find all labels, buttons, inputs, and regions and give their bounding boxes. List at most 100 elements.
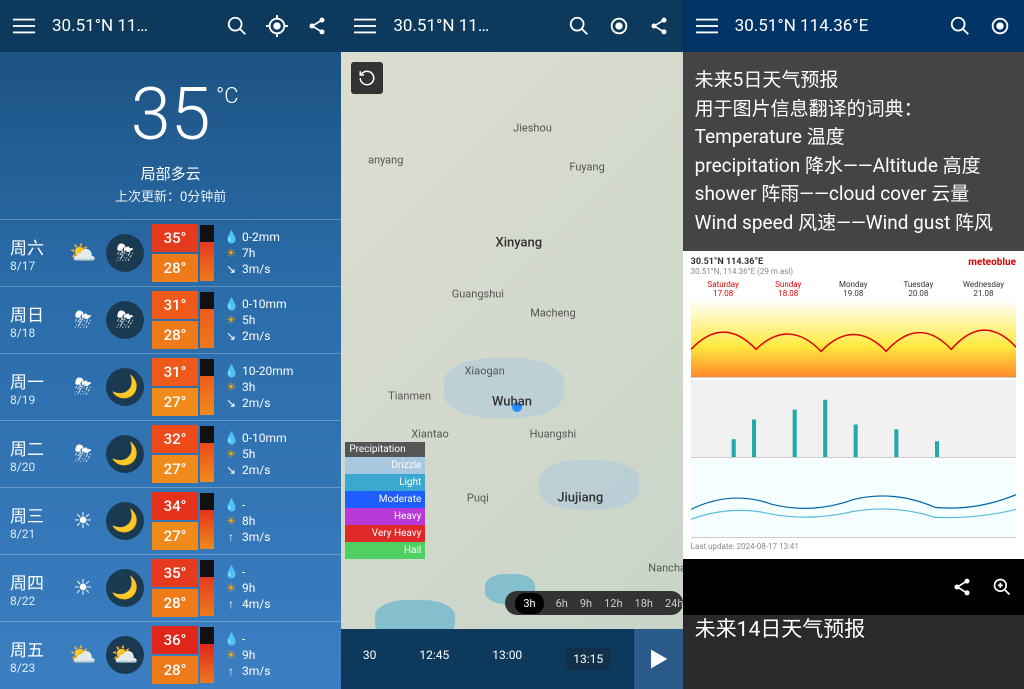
share-icon[interactable] bbox=[305, 14, 329, 38]
forecast-row[interactable]: 周五 8/23 ⛅ ⛅ 36° 28° 💧- ☀9h ↑3m/s bbox=[0, 621, 341, 688]
city-label: Macheng bbox=[530, 307, 576, 320]
city-label: Puqi bbox=[467, 491, 489, 504]
day-col: 周六 8/17 bbox=[10, 234, 58, 273]
forecast-info: 未来5日天气预报 用于图片信息翻译的词典： Temperature 温度prec… bbox=[683, 52, 1024, 251]
scroll-body[interactable]: 未来5日天气预报 用于图片信息翻译的词典： Temperature 温度prec… bbox=[683, 52, 1024, 689]
time-ticks[interactable]: 30 12:45 13:00 13:15 bbox=[341, 648, 632, 670]
raindrop-icon: 💧 bbox=[224, 364, 238, 378]
forecast-row[interactable]: 周日 8/18 ⛈ ⛈ 31° 28° 💧0-10mm ☀5h ↘2m/s bbox=[0, 286, 341, 353]
temp-col: 35° 28° bbox=[152, 559, 198, 617]
legend-item: Moderate bbox=[345, 491, 425, 508]
day-col: 周一 8/19 bbox=[10, 368, 58, 407]
temp-low: 27° bbox=[152, 522, 198, 550]
forecast-row[interactable]: 周六 8/17 ⛅ ⛈ 35° 28° 💧0-2mm ☀7h ↘3m/s bbox=[0, 219, 341, 286]
time-tick[interactable]: 12:45 bbox=[419, 648, 449, 670]
location-title[interactable]: 30.51°N 11… bbox=[52, 16, 209, 36]
zoom-icon[interactable] bbox=[992, 577, 1012, 597]
refresh-button[interactable] bbox=[351, 62, 383, 94]
precip-stat: 💧10-20mm bbox=[224, 364, 339, 378]
locate-icon[interactable] bbox=[265, 14, 289, 38]
precip-legend: Precipitation DrizzleLightModerateHeavyV… bbox=[345, 442, 425, 559]
location-title[interactable]: 30.51°N 114.36°E bbox=[735, 16, 932, 36]
stats-col: 💧- ☀9h ↑4m/s bbox=[214, 565, 339, 611]
range-option[interactable]: 3h bbox=[515, 593, 543, 614]
map-canvas[interactable]: JieshouFuyanganyangXinyangGuangshuiMache… bbox=[341, 52, 682, 689]
sun-stat: ☀9h bbox=[224, 581, 339, 595]
temp-scale bbox=[200, 493, 214, 549]
dict-line: precipitation 降水——Altitude 高度 bbox=[695, 152, 1012, 181]
legend-item: Light bbox=[345, 474, 425, 491]
sun-stat: ☀9h bbox=[224, 648, 339, 662]
city-label: Guangshui bbox=[452, 288, 504, 301]
meteo-coord-detail: 30.51°N, 114.36°E (29 m asl) bbox=[691, 267, 793, 276]
city-label: Wuhan bbox=[492, 395, 532, 410]
share-icon[interactable] bbox=[647, 14, 671, 38]
menu-icon[interactable] bbox=[695, 14, 719, 38]
dict-line: shower 阵雨——cloud cover 云量 bbox=[695, 180, 1012, 209]
location-title[interactable]: 30.51°N 11… bbox=[393, 16, 550, 36]
sun-icon: ☀ bbox=[224, 447, 238, 461]
city-label: Jiujiang bbox=[557, 490, 603, 505]
forecast-row[interactable]: 周三 8/21 ☀ 🌙 34° 27° 💧- ☀8h ↑3m/s bbox=[0, 487, 341, 554]
locate-icon[interactable] bbox=[607, 14, 631, 38]
time-tick[interactable]: 30 bbox=[363, 648, 377, 670]
range-option[interactable]: 24h bbox=[665, 597, 683, 610]
time-tick[interactable]: 13:00 bbox=[492, 648, 522, 670]
temp-high: 32° bbox=[152, 425, 198, 453]
icon-col: ⛅ ⛅ bbox=[64, 636, 144, 674]
legend-item: Very Heavy bbox=[345, 525, 425, 542]
forecast-row[interactable]: 周四 8/22 ☀ 🌙 35° 28° 💧- ☀9h ↑4m/s bbox=[0, 554, 341, 621]
weather-home-screen: 30.51°N 11… 35°C 局部多云 上次更新：0分钟前 周六 8/17 … bbox=[0, 0, 341, 689]
day-weather-icon: ⛈ bbox=[64, 435, 102, 473]
temp-low: 28° bbox=[152, 589, 198, 617]
day-weather-icon: ⛅ bbox=[64, 234, 102, 272]
precip-stat: 💧0-10mm bbox=[224, 297, 339, 311]
sun-stat: ☀8h bbox=[224, 514, 339, 528]
day-weather-icon: ⛈ bbox=[64, 368, 102, 406]
share-icon[interactable] bbox=[952, 577, 972, 597]
menu-icon[interactable] bbox=[12, 14, 36, 38]
sun-icon: ☀ bbox=[224, 514, 238, 528]
night-weather-icon: 🌙 bbox=[106, 368, 144, 406]
day-name: 周日 bbox=[10, 301, 58, 326]
temp-high: 34° bbox=[152, 492, 198, 520]
time-tick[interactable]: 13:15 bbox=[565, 648, 611, 670]
meteogram[interactable]: 30.51°N 114.36°E 30.51°N, 114.36°E (29 m… bbox=[683, 251, 1024, 559]
icon-col: ☀ 🌙 bbox=[64, 569, 144, 607]
range-selector[interactable]: 3h 6h 9h 12h 18h 24h bbox=[505, 591, 682, 615]
precip-stat: 💧- bbox=[224, 632, 339, 646]
range-option[interactable]: 12h bbox=[604, 597, 622, 610]
range-option[interactable]: 18h bbox=[635, 597, 653, 610]
stats-col: 💧10-20mm ☀3h ↘2m/s bbox=[214, 364, 339, 410]
temp-scale bbox=[200, 359, 214, 415]
menu-icon[interactable] bbox=[353, 14, 377, 38]
temp-scale bbox=[200, 560, 214, 616]
temp-low: 28° bbox=[152, 656, 198, 684]
range-option[interactable]: 9h bbox=[580, 597, 592, 610]
forecast-row[interactable]: 周一 8/19 ⛈ 🌙 31° 27° 💧10-20mm ☀3h ↘2m/s bbox=[0, 353, 341, 420]
play-button[interactable] bbox=[633, 629, 683, 689]
day-col: 周三 8/21 bbox=[10, 502, 58, 541]
temp-chart bbox=[691, 300, 1016, 378]
day-date: 8/23 bbox=[10, 661, 58, 675]
range-option[interactable]: 6h bbox=[556, 597, 568, 610]
temp-col: 32° 27° bbox=[152, 425, 198, 483]
night-weather-icon: ⛈ bbox=[106, 301, 144, 339]
precip-stat: 💧- bbox=[224, 498, 339, 512]
search-icon[interactable] bbox=[567, 14, 591, 38]
precip-stat: 💧0-10mm bbox=[224, 431, 339, 445]
locate-icon[interactable] bbox=[988, 14, 1012, 38]
day-col: 周二 8/20 bbox=[10, 435, 58, 474]
temp-unit: °C bbox=[216, 84, 239, 109]
meteogram-screen: 30.51°N 114.36°E 未来5日天气预报 用于图片信息翻译的词典： T… bbox=[683, 0, 1024, 689]
sun-icon: ☀ bbox=[224, 380, 238, 394]
daily-forecast-list[interactable]: 周六 8/17 ⛅ ⛈ 35° 28° 💧0-2mm ☀7h ↘3m/s 周日 … bbox=[0, 219, 341, 689]
weather-desc: 局部多云 bbox=[0, 163, 341, 184]
day-weather-icon: ☀ bbox=[64, 502, 102, 540]
wind-stat: ↘3m/s bbox=[224, 262, 339, 276]
search-icon[interactable] bbox=[948, 14, 972, 38]
search-icon[interactable] bbox=[225, 14, 249, 38]
city-label: Jieshou bbox=[513, 122, 552, 135]
day-weather-icon: ⛈ bbox=[64, 301, 102, 339]
forecast-row[interactable]: 周二 8/20 ⛈ 🌙 32° 27° 💧0-10mm ☀5h ↘2m/s bbox=[0, 420, 341, 487]
